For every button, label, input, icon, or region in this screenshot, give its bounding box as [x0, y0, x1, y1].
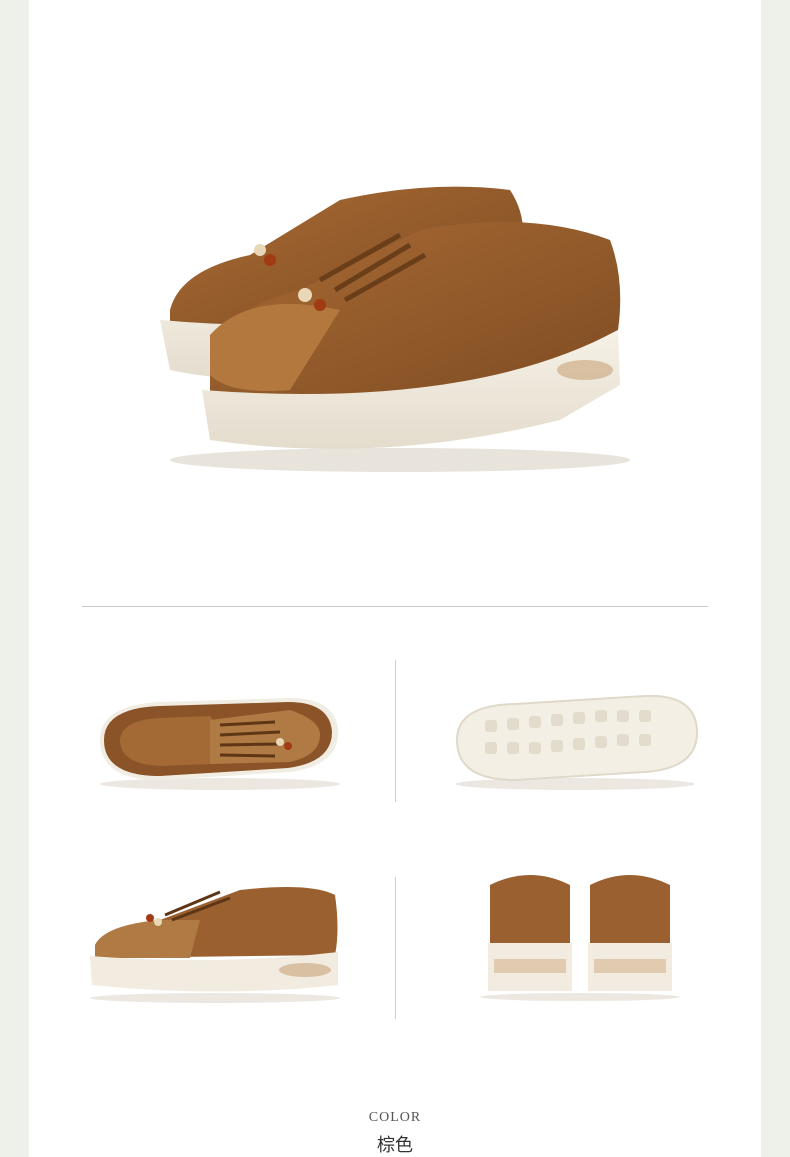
page-edge-right — [761, 0, 790, 1157]
top-view-image — [100, 698, 340, 790]
thumbnail-separator-bottom — [395, 877, 396, 1019]
back-view-image — [480, 875, 680, 1001]
thumbnail-separator-top — [395, 660, 396, 802]
sole-view-image — [455, 694, 699, 790]
section-divider — [82, 606, 708, 607]
page-edge-left — [0, 0, 29, 1157]
color-value: 棕色 — [377, 1135, 413, 1156]
color-section-label: COLOR — [368, 1110, 422, 1125]
side-view-image — [90, 886, 340, 1003]
hero-sneaker-image — [160, 186, 630, 472]
